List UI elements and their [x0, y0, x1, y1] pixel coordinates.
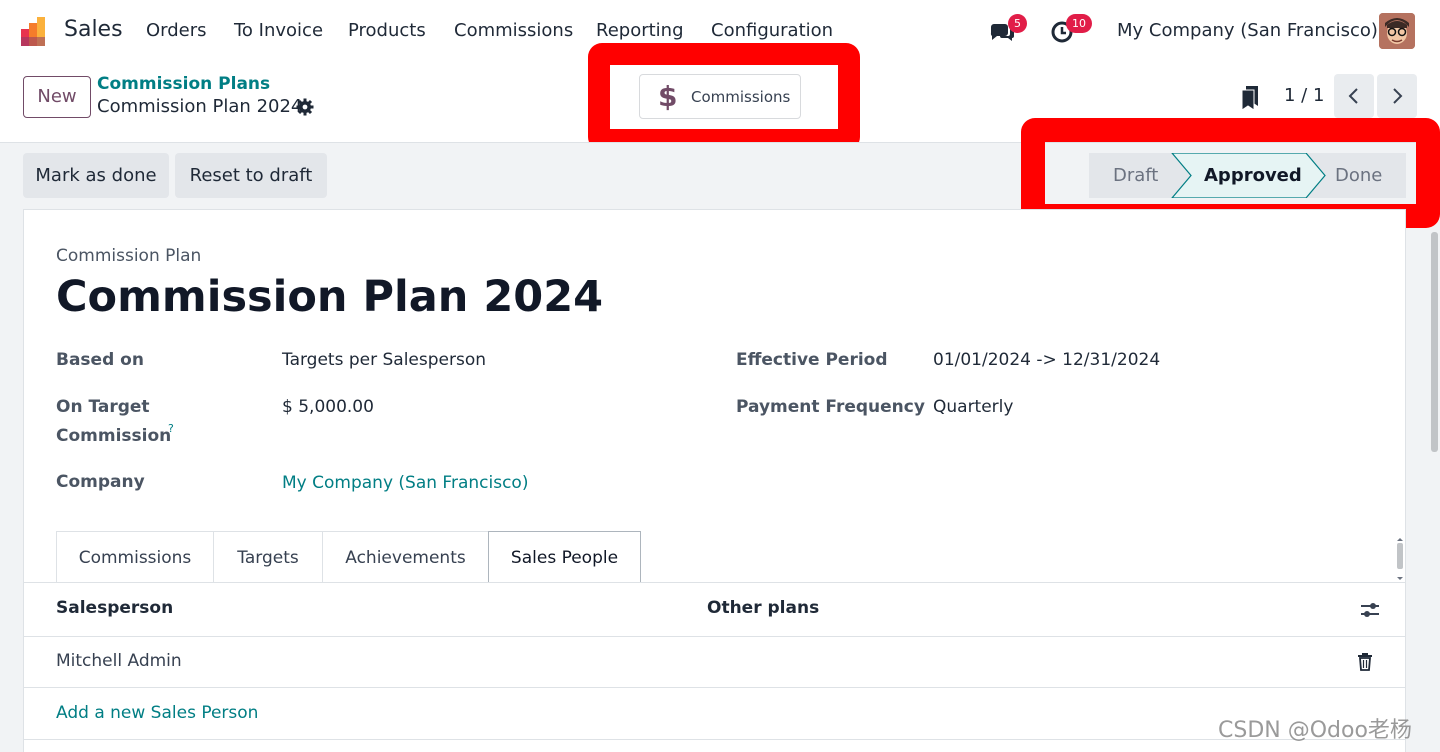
company-switcher[interactable]: My Company (San Francisco): [1117, 20, 1378, 41]
row-divider-bottom: [23, 739, 1406, 740]
gear-icon[interactable]: [296, 98, 314, 116]
tab-targets[interactable]: Targets: [213, 531, 323, 583]
menu-to-invoice[interactable]: To Invoice: [234, 20, 323, 41]
on-target-commission-field[interactable]: $ 5,000.00: [282, 397, 374, 417]
company-label: Company: [56, 472, 145, 492]
reset-to-draft-button[interactable]: Reset to draft: [175, 153, 327, 198]
commissions-smart-button[interactable]: $ Commissions: [639, 74, 801, 119]
sales-app-logo-icon[interactable]: [20, 15, 52, 47]
user-avatar[interactable]: [1379, 13, 1415, 49]
table-row-salesperson[interactable]: Mitchell Admin: [56, 651, 182, 671]
form-subtitle: Commission Plan: [56, 246, 202, 266]
effective-period-label: Effective Period: [736, 350, 888, 370]
menu-reporting[interactable]: Reporting: [596, 20, 684, 41]
menu-configuration[interactable]: Configuration: [711, 20, 833, 41]
mark-as-done-button[interactable]: Mark as done: [23, 153, 169, 198]
app-name[interactable]: Sales: [64, 17, 123, 42]
based-on-label: Based on: [56, 350, 144, 370]
pager-value[interactable]: 1 / 1: [1284, 85, 1324, 106]
activities-count-badge: 10: [1066, 14, 1092, 33]
row-divider: [23, 687, 1406, 688]
company-field[interactable]: My Company (San Francisco): [282, 473, 528, 493]
tab-scrollbar[interactable]: [1395, 537, 1405, 581]
payment-frequency-field[interactable]: Quarterly: [933, 397, 1013, 417]
effective-period-field[interactable]: 01/01/2024 -> 12/31/2024: [933, 350, 1160, 370]
tabs-divider: [23, 582, 1406, 583]
delete-trash-icon[interactable]: [1357, 653, 1373, 671]
dollar-icon: $: [658, 80, 678, 113]
menu-products[interactable]: Products: [348, 20, 426, 41]
menu-commissions[interactable]: Commissions: [454, 20, 573, 41]
watermark-text: CSDN @Odoo老杨: [1218, 718, 1412, 743]
chevron-right-icon: [1393, 88, 1403, 104]
based-on-field[interactable]: Targets per Salesperson: [282, 350, 486, 370]
pager-next-button[interactable]: [1377, 74, 1417, 118]
column-settings-sliders-icon[interactable]: [1360, 600, 1380, 620]
form-title[interactable]: Commission Plan 2024: [56, 272, 603, 322]
breadcrumb-current-record: Commission Plan 2024: [97, 96, 303, 117]
help-tooltip-icon[interactable]: ?: [168, 422, 174, 435]
menu-orders[interactable]: Orders: [146, 20, 207, 41]
payment-frequency-label: Payment Frequency: [736, 397, 925, 417]
smart-button-label: Commissions: [691, 88, 791, 106]
pager-previous-button[interactable]: [1334, 74, 1374, 118]
page-scrollbar-thumb[interactable]: [1431, 232, 1438, 452]
tab-achievements[interactable]: Achievements: [322, 531, 489, 583]
column-header-salesperson[interactable]: Salesperson: [56, 598, 173, 618]
new-button[interactable]: New: [23, 76, 91, 118]
tab-commissions[interactable]: Commissions: [56, 531, 214, 583]
add-sales-person-link[interactable]: Add a new Sales Person: [56, 703, 258, 723]
column-header-other-plans[interactable]: Other plans: [707, 598, 819, 618]
messages-count-badge: 5: [1008, 14, 1027, 33]
bookmark-icon[interactable]: [1240, 84, 1260, 111]
on-target-label-line2: Commission: [56, 426, 172, 446]
chevron-left-icon: [1348, 88, 1358, 104]
on-target-label-line1: On Target: [56, 397, 150, 417]
header-row-divider: [23, 636, 1406, 637]
breadcrumb-commission-plans[interactable]: Commission Plans: [97, 74, 270, 94]
tab-sales-people[interactable]: Sales People: [488, 531, 641, 583]
